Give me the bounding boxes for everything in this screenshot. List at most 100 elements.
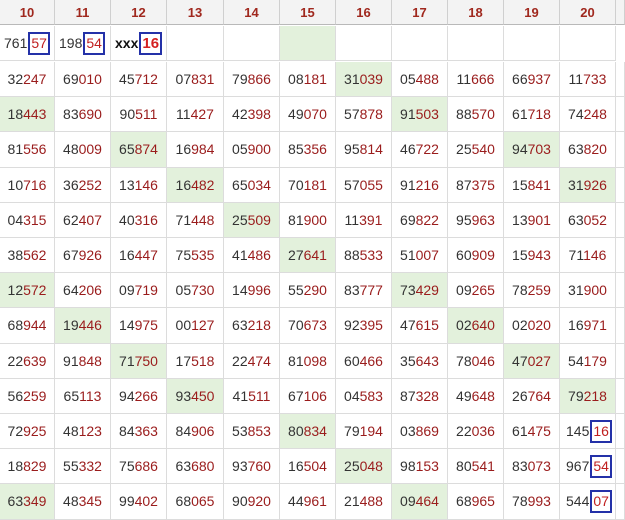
grid-cell[interactable]: 88533 — [336, 238, 392, 274]
grid-cell[interactable]: 65113 — [55, 378, 111, 414]
grid-cell[interactable]: 31039 — [336, 62, 392, 98]
grid-cell[interactable]: 71448 — [167, 202, 224, 238]
grid-cell[interactable] — [616, 343, 625, 379]
grid-cell[interactable]: 91503 — [392, 97, 448, 133]
grid-cell[interactable]: 70673 — [280, 308, 336, 344]
grid-cell[interactable]: 92395 — [336, 308, 392, 344]
grid-cell[interactable]: 57878 — [336, 97, 392, 133]
grid-cell[interactable]: 68065 — [167, 484, 224, 520]
grid-cell[interactable]: 49648 — [448, 378, 504, 414]
grid-cell[interactable]: 25509 — [224, 202, 280, 238]
grid-cell[interactable]: 48009 — [55, 132, 111, 168]
grid-cell[interactable]: 75535 — [167, 238, 224, 274]
grid-cell[interactable] — [616, 273, 625, 309]
grid-cell[interactable]: 63349 — [0, 484, 55, 520]
grid-cell[interactable]: 16971 — [560, 308, 616, 344]
grid-cell[interactable]: 63680 — [167, 449, 224, 485]
grid-cell[interactable]: 88570 — [448, 97, 504, 133]
grid-cell[interactable]: 145 16 — [560, 414, 616, 450]
grid-cell[interactable]: 63820 — [560, 132, 616, 168]
grid-cell[interactable]: 03869 — [392, 414, 448, 450]
grid-cell[interactable]: 08181 — [280, 62, 336, 98]
grid-cell[interactable]: 47615 — [392, 308, 448, 344]
grid-cell[interactable]: 57055 — [336, 167, 392, 203]
grid-cell[interactable]: 99402 — [111, 484, 167, 520]
grid-cell[interactable]: 14996 — [224, 273, 280, 309]
column-header[interactable] — [616, 0, 625, 25]
grid-cell[interactable]: 21488 — [336, 484, 392, 520]
grid-cell[interactable]: 45712 — [111, 62, 167, 98]
grid-cell[interactable]: 79194 — [336, 414, 392, 450]
grid-cell[interactable]: 66937 — [504, 62, 560, 98]
grid-cell[interactable]: 79866 — [224, 62, 280, 98]
grid-cell[interactable]: 81098 — [280, 343, 336, 379]
grid-cell[interactable]: 78046 — [448, 343, 504, 379]
grid-cell[interactable]: 84363 — [111, 414, 167, 450]
column-header[interactable]: 17 — [392, 0, 448, 25]
grid-cell[interactable]: xxx 16 — [111, 26, 167, 61]
grid-cell[interactable]: 78993 — [504, 484, 560, 520]
grid-cell[interactable]: 41511 — [224, 378, 280, 414]
grid-cell[interactable]: 69010 — [55, 62, 111, 98]
grid-cell[interactable]: 94266 — [111, 378, 167, 414]
grid-cell[interactable]: 56259 — [0, 378, 55, 414]
column-header[interactable]: 16 — [336, 0, 392, 25]
grid-cell[interactable] — [560, 26, 616, 61]
grid-cell[interactable]: 53853 — [224, 414, 280, 450]
grid-cell[interactable]: 19446 — [55, 308, 111, 344]
grid-cell[interactable]: 31926 — [560, 167, 616, 203]
grid-cell[interactable]: 16482 — [167, 167, 224, 203]
grid-cell[interactable]: 12572 — [0, 273, 55, 309]
grid-cell[interactable]: 22639 — [0, 343, 55, 379]
grid-cell[interactable]: 67926 — [55, 238, 111, 274]
grid-cell[interactable]: 49070 — [280, 97, 336, 133]
grid-cell[interactable]: 13146 — [111, 167, 167, 203]
grid-cell[interactable]: 87375 — [448, 167, 504, 203]
grid-cell[interactable]: 18829 — [0, 449, 55, 485]
grid-cell[interactable]: 42398 — [224, 97, 280, 133]
grid-cell[interactable]: 95814 — [336, 132, 392, 168]
grid-cell[interactable]: 65874 — [111, 132, 167, 168]
column-header[interactable]: 13 — [167, 0, 224, 25]
grid-cell[interactable]: 65034 — [224, 167, 280, 203]
column-header[interactable]: 19 — [504, 0, 560, 25]
column-header[interactable]: 15 — [280, 0, 336, 25]
grid-cell[interactable]: 15943 — [504, 238, 560, 274]
grid-cell[interactable]: 07831 — [167, 62, 224, 98]
grid-cell[interactable]: 84906 — [167, 414, 224, 450]
grid-cell[interactable]: 81556 — [0, 132, 55, 168]
grid-cell[interactable]: 51007 — [392, 238, 448, 274]
grid-cell[interactable]: 78259 — [504, 273, 560, 309]
grid-cell[interactable] — [616, 202, 625, 238]
grid-cell[interactable]: 04583 — [336, 378, 392, 414]
grid-cell[interactable]: 54179 — [560, 343, 616, 379]
grid-cell[interactable]: 93760 — [224, 449, 280, 485]
grid-cell[interactable]: 71750 — [111, 343, 167, 379]
grid-cell[interactable]: 02020 — [504, 308, 560, 344]
grid-cell[interactable]: 04315 — [0, 202, 55, 238]
grid-cell[interactable]: 967 54 — [560, 449, 616, 485]
grid-cell[interactable]: 55290 — [280, 273, 336, 309]
grid-cell[interactable] — [392, 26, 448, 61]
grid-cell[interactable]: 48123 — [55, 414, 111, 450]
grid-cell[interactable]: 61475 — [504, 414, 560, 450]
grid-cell[interactable]: 18443 — [0, 97, 55, 133]
grid-cell[interactable]: 17518 — [167, 343, 224, 379]
grid-cell[interactable]: 22474 — [224, 343, 280, 379]
grid-cell[interactable]: 25048 — [336, 449, 392, 485]
grid-cell[interactable]: 80541 — [448, 449, 504, 485]
grid-cell[interactable]: 62407 — [55, 202, 111, 238]
grid-cell[interactable]: 198 54 — [55, 26, 111, 61]
grid-cell[interactable] — [616, 308, 625, 344]
grid-cell[interactable]: 98153 — [392, 449, 448, 485]
grid-cell[interactable] — [336, 26, 392, 61]
grid-cell[interactable] — [616, 167, 625, 203]
grid-cell[interactable]: 05488 — [392, 62, 448, 98]
grid-cell[interactable]: 81900 — [280, 202, 336, 238]
column-header[interactable]: 10 — [0, 0, 55, 25]
grid-cell[interactable]: 05900 — [224, 132, 280, 168]
column-header[interactable]: 14 — [224, 0, 280, 25]
grid-cell[interactable]: 47027 — [504, 343, 560, 379]
grid-cell[interactable]: 09464 — [392, 484, 448, 520]
grid-cell[interactable]: 544 07 — [560, 484, 616, 520]
